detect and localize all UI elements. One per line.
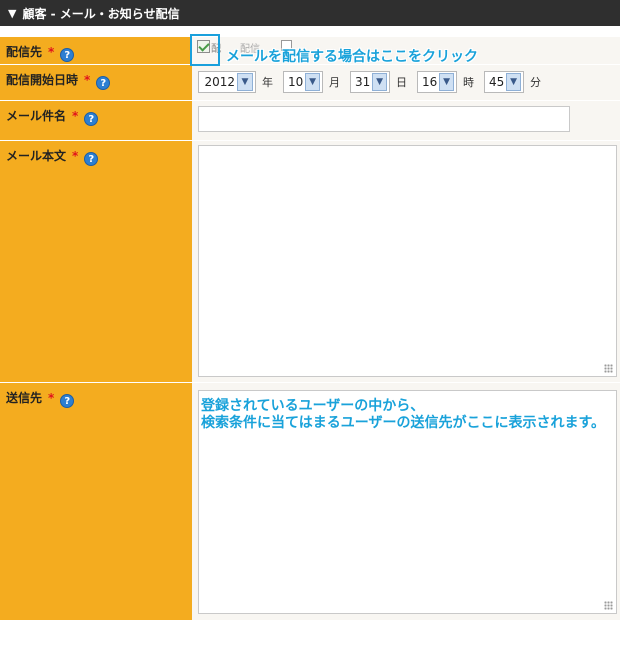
month-unit: 月 — [329, 76, 340, 89]
section-header[interactable]: ▼ 顧客 - メール・お知らせ配信 — [0, 0, 620, 26]
month-select[interactable]: 10 ▼ — [283, 71, 323, 93]
section-title: 顧客 - メール・お知らせ配信 — [22, 6, 180, 21]
datetime-selectors: 2012 ▼ 年 10 ▼ 月 31 ▼ 日 16 ▼ 時 45 ▼ 分 — [198, 70, 551, 94]
recipients-hint-line-1: 登録されているユーザーの中から、 — [201, 398, 425, 414]
recipients-hint-callout: 登録されているユーザーの中から、 検索条件に当てはまるユーザーの送信先がここに表… — [201, 398, 605, 432]
recipients-hint-line-2: 検索条件に当てはまるユーザーの送信先がここに表示されます。 — [201, 415, 606, 431]
year-unit: 年 — [262, 76, 273, 89]
year-value: 2012 — [204, 75, 235, 89]
month-value: 10 — [288, 75, 304, 89]
chevron-down-icon: ▼ — [305, 73, 320, 91]
day-select[interactable]: 31 ▼ — [350, 71, 390, 93]
destination-label: 配信先 — [6, 45, 43, 59]
day-value: 31 — [355, 75, 371, 89]
label-cell-subject: メール件名 *? — [0, 100, 192, 140]
checkbox-hint-callout: メールを配信する場合はここをクリック — [226, 49, 478, 65]
label-cell-start-datetime: 配信開始日時 *? — [0, 64, 192, 100]
chevron-down-icon: ▼ — [237, 73, 253, 91]
chevron-down-icon: ▼ — [439, 73, 454, 91]
label-cell-body: メール本文 *? — [0, 140, 192, 382]
required-mark: * — [48, 391, 55, 405]
body-label: メール本文 — [6, 149, 67, 163]
day-unit: 日 — [396, 76, 407, 89]
chevron-down-icon: ▼ — [506, 73, 521, 91]
subject-label: メール件名 — [6, 109, 67, 123]
body-textarea[interactable] — [198, 145, 617, 377]
recipients-label: 送信先 — [6, 391, 43, 405]
resize-grip-icon[interactable] — [604, 364, 613, 373]
minute-value: 45 — [489, 75, 505, 89]
start-datetime-label: 配信開始日時 — [6, 73, 79, 87]
required-mark: * — [72, 109, 79, 123]
required-mark: * — [84, 73, 91, 87]
subject-input[interactable] — [198, 106, 570, 132]
help-icon[interactable]: ? — [60, 48, 75, 62]
required-mark: * — [48, 45, 55, 59]
required-mark: * — [72, 149, 79, 163]
label-cell-destination: 配信先 *? — [0, 36, 192, 64]
help-icon[interactable]: ? — [84, 112, 99, 126]
hour-select[interactable]: 16 ▼ — [417, 71, 457, 93]
checkbox-highlight-box — [190, 34, 220, 66]
label-cell-recipients: 送信先 *? — [0, 382, 192, 620]
hour-unit: 時 — [463, 76, 474, 89]
help-icon[interactable]: ? — [84, 152, 99, 166]
chevron-down-icon: ▼ — [372, 73, 387, 91]
help-icon[interactable]: ? — [60, 394, 75, 408]
triangle-down-icon: ▼ — [8, 6, 17, 20]
hour-value: 16 — [422, 75, 438, 89]
minute-select[interactable]: 45 ▼ — [484, 71, 524, 93]
minute-unit: 分 — [530, 76, 541, 89]
year-select[interactable]: 2012 ▼ — [198, 71, 256, 93]
help-icon[interactable]: ? — [96, 76, 111, 90]
resize-grip-icon[interactable] — [604, 601, 613, 610]
